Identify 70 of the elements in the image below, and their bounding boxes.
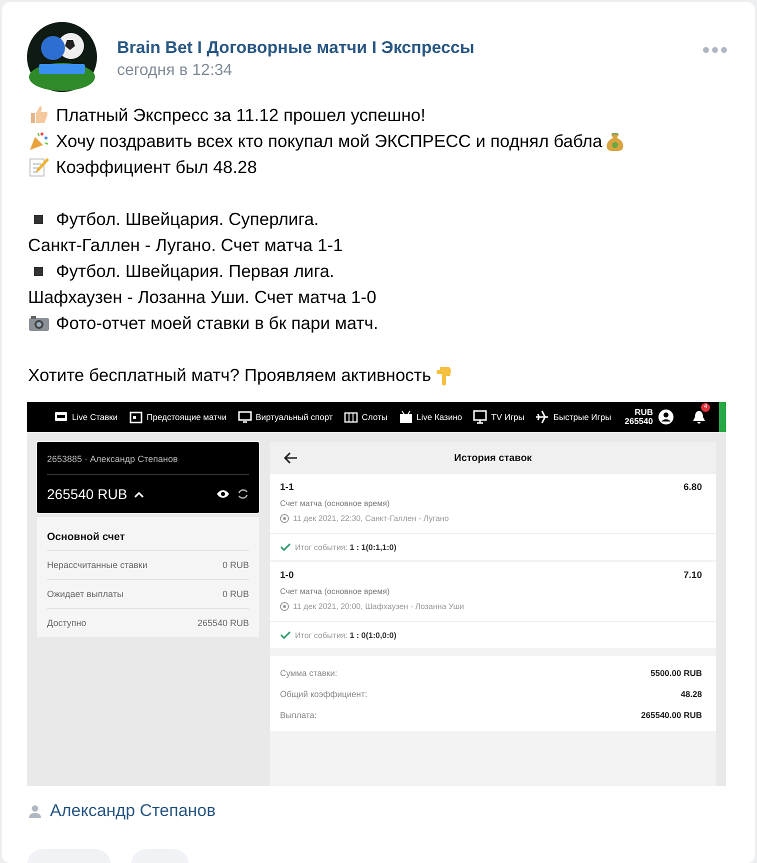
nav-link[interactable]: Виртуальный спорт: [238, 410, 333, 424]
check-icon: [280, 630, 291, 640]
post-text: Футбол. Швейцария. Первая лига.: [56, 260, 334, 282]
party-popper-icon: [28, 130, 50, 152]
post-text: Шафхаузен - Лозанна Уши. Счет матча 1-0: [28, 286, 376, 308]
bet-market: Счет матча (основное время): [280, 499, 391, 508]
nav-link[interactable]: Предстоящие матчи: [128, 410, 227, 424]
post-time: сегодня в 12:34: [117, 61, 234, 81]
slot-machine-icon: [344, 410, 358, 424]
check-icon: [280, 542, 291, 552]
bell-icon: [692, 409, 706, 425]
author-link[interactable]: Brain Bet I Договорные матчи I Экспрессы: [117, 37, 703, 59]
summary-label: Сумма ставки:: [280, 668, 338, 678]
tv-icon: [473, 410, 488, 424]
signer-link[interactable]: Александр Степанов: [50, 801, 216, 821]
refresh-icon: [237, 488, 249, 500]
nav-link[interactable]: Live Казино: [398, 410, 462, 424]
balance-text: RUB 265540: [624, 408, 653, 426]
airplane-icon: [535, 410, 550, 424]
post-text: Фото-отчет моей ставки в бк пари матч.: [56, 312, 378, 334]
bet-pick: 1-0: [280, 570, 294, 581]
live-icon: [54, 410, 68, 424]
row-value: 0 RUB: [222, 560, 249, 570]
pencil-note-icon: [28, 156, 50, 178]
clock-icon: [280, 514, 289, 523]
nav-link[interactable]: Быстрые Игры: [535, 410, 612, 424]
nav-link[interactable]: Live Ставки: [54, 410, 118, 424]
person-icon: [29, 804, 41, 818]
accent-bar: [719, 402, 726, 432]
post-text: Хотите бесплатный матч? Проявляем активность: [28, 364, 432, 386]
section-title: Основной счет: [47, 530, 126, 545]
row-label: Ожидает выплаты: [47, 589, 124, 599]
bet-odds: 6.80: [684, 482, 702, 493]
row-value: 0 RUB: [222, 589, 249, 599]
post-text: Футбол. Швейцария. Суперлига.: [56, 208, 319, 230]
bet-pick: 1-1: [280, 482, 294, 493]
nav-link[interactable]: TV Игры: [473, 410, 524, 424]
bet-odds: 7.10: [684, 570, 702, 581]
more-options-icon: [703, 47, 727, 53]
eye-icon: [216, 489, 230, 499]
row-label: Нерассчитанные ставки: [47, 560, 148, 570]
bet-event: 11 дек 2021, 20:00, Шафхаузен - Лозанна Уши: [293, 602, 464, 611]
result-text: Итог события: 1 : 1(0:1,1:0): [295, 542, 396, 552]
post-text: Хочу поздравить всех кто покупал мой ЭКСПРЕСС и поднял бабла: [56, 130, 602, 152]
bet-market: Счет матча (основное время): [280, 587, 391, 596]
calendar-icon: [128, 410, 143, 424]
caret-up-icon: [134, 490, 144, 498]
post-text: Коэффициент был 48.28: [56, 156, 257, 178]
row-label: Доступно: [47, 618, 86, 628]
summary-value: 48.28: [680, 688, 702, 698]
bet-event: 11 дек 2021, 22:30, Санкт-Галлен - Лугано: [293, 514, 449, 523]
thumbs-up-icon: [28, 104, 50, 126]
post-text: Платный Экспресс за 11.12 прошел успешно!: [56, 104, 426, 126]
account-user: 2653885 · Александр Степанов: [47, 442, 249, 475]
post-text: Санкт-Галлен - Лугано. Счет матча 1-1: [28, 234, 343, 256]
summary-label: Общий коэффициент:: [280, 688, 368, 698]
nav-link[interactable]: Слоты: [344, 410, 388, 424]
history-title: История ставок: [453, 452, 533, 464]
summary-value: 5500.00 RUB: [650, 668, 702, 678]
account-balance: 265540 RUB: [47, 486, 128, 502]
monitor-icon: [238, 410, 252, 424]
user-icon: [658, 409, 674, 425]
avatar-logo-icon: [27, 22, 97, 92]
summary-value: 265540.00 RUB: [641, 710, 702, 720]
result-text: Итог события: 1 : 0(1:0,0:0): [295, 630, 396, 640]
summary-label: Выплата:: [280, 710, 317, 720]
back-arrow-icon: [284, 452, 298, 464]
row-value: 265540 RUB: [197, 618, 249, 628]
clock-icon: [280, 602, 289, 611]
casino-icon: [398, 410, 413, 424]
